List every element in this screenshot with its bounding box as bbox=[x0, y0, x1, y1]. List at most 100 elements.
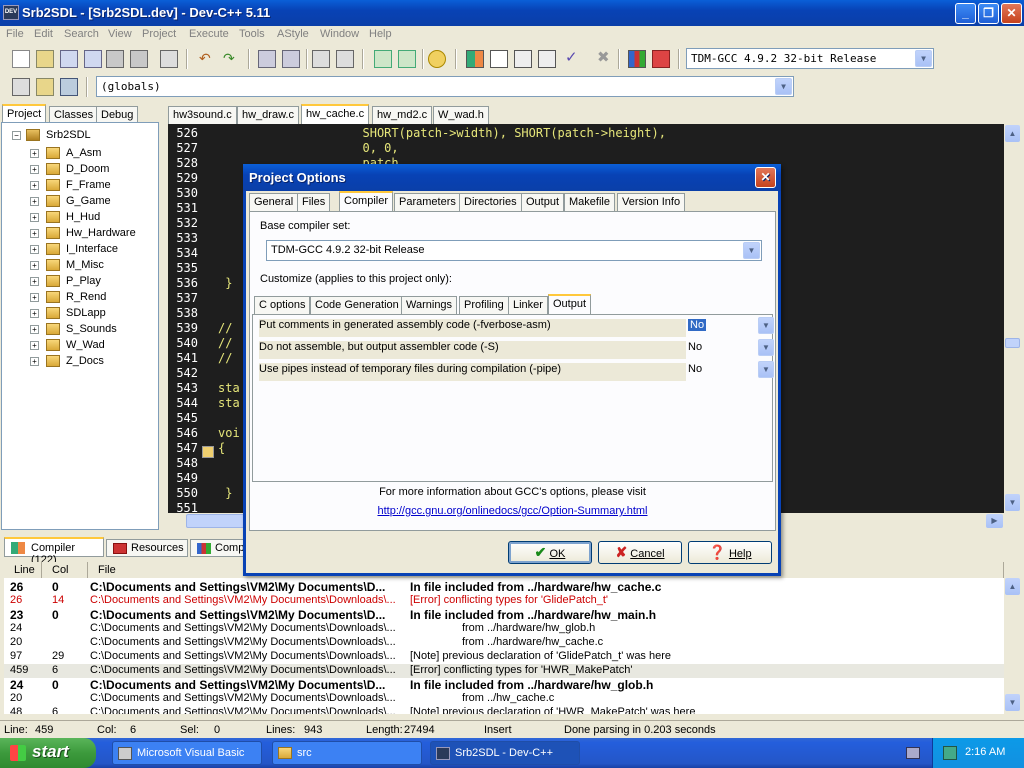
scope-select[interactable]: (globals) ▼ bbox=[96, 76, 794, 97]
menu-execute[interactable]: Execute bbox=[189, 28, 229, 40]
find-icon[interactable] bbox=[258, 50, 276, 68]
tree-item[interactable]: D_Doom bbox=[66, 163, 109, 175]
message-row[interactable]: 24 C:\Documents and Settings\VM2\My Docum… bbox=[4, 622, 1004, 636]
message-row[interactable]: 97 29 C:\Documents and Settings\VM2\My Doc… bbox=[4, 650, 1004, 664]
goto-definition-icon[interactable] bbox=[60, 78, 78, 96]
subtab-code-generation[interactable]: Code Generation bbox=[310, 296, 404, 314]
expand-icon[interactable]: + bbox=[30, 181, 39, 190]
open-file-icon[interactable] bbox=[36, 50, 54, 68]
messages-scrollbar[interactable]: ▲ ▼ bbox=[1004, 562, 1021, 714]
tab-parameters[interactable]: Parameters bbox=[394, 193, 461, 211]
subtab-output[interactable]: Output bbox=[548, 294, 592, 314]
tree-item[interactable]: R_Rend bbox=[66, 291, 106, 303]
menu-search[interactable]: Search bbox=[64, 28, 99, 40]
column-header-line[interactable]: Line bbox=[4, 562, 42, 578]
tree-item[interactable]: W_Wad bbox=[66, 339, 105, 351]
subtab-profiling[interactable]: Profiling bbox=[459, 296, 509, 314]
new-file-icon[interactable] bbox=[12, 50, 30, 68]
expand-icon[interactable]: + bbox=[30, 165, 39, 174]
task-devcpp[interactable]: Srb2SDL - Dev-C++ bbox=[430, 741, 580, 765]
tab-hw-draw[interactable]: hw_draw.c bbox=[237, 106, 299, 124]
window-title-bar[interactable]: DEV Srb2SDL - [Srb2SDL.dev] - Dev-C++ 5.… bbox=[0, 0, 1024, 26]
save-all-icon[interactable] bbox=[84, 50, 102, 68]
add-to-project-icon[interactable] bbox=[374, 50, 392, 68]
expand-icon[interactable]: + bbox=[30, 309, 39, 318]
tab-files[interactable]: Files bbox=[297, 193, 331, 211]
collapse-icon[interactable]: − bbox=[12, 131, 21, 140]
message-row[interactable]: 26 0 C:\Documents and Settings\VM2\My Docu… bbox=[4, 580, 1004, 594]
task-src[interactable]: src bbox=[272, 741, 422, 765]
compile-run-icon[interactable] bbox=[514, 50, 532, 68]
option-value[interactable]: No bbox=[688, 363, 702, 375]
close-file-icon[interactable] bbox=[106, 50, 124, 68]
stop-icon[interactable]: ✖ bbox=[596, 50, 614, 68]
hscroll-thumb[interactable] bbox=[186, 514, 246, 528]
option-row[interactable]: Put comments in generated assembly code … bbox=[254, 315, 774, 337]
message-row[interactable]: 459 6 C:\Documents and Settings\VM2\My Doc… bbox=[4, 664, 1004, 678]
tab-hw3sound[interactable]: hw3sound.c bbox=[168, 106, 237, 124]
scroll-down-icon[interactable]: ▼ bbox=[1005, 494, 1020, 511]
project-tree[interactable]: − Srb2SDL + A_Asm + D_Doom + F_Frame + G_Game + H… bbox=[1, 122, 159, 530]
column-header-col[interactable]: Col bbox=[42, 562, 88, 578]
print-icon[interactable] bbox=[160, 50, 178, 68]
ok-button[interactable]: ✔ OK bbox=[508, 541, 592, 564]
goto-declaration-icon[interactable] bbox=[36, 78, 54, 96]
unindent-icon[interactable] bbox=[336, 50, 354, 68]
project-options-icon[interactable] bbox=[428, 50, 446, 68]
subtab-linker[interactable]: Linker bbox=[508, 296, 548, 314]
expand-icon[interactable]: + bbox=[30, 277, 39, 286]
message-row[interactable]: 20 C:\Documents and Settings\VM2\My Docum… bbox=[4, 692, 1004, 706]
gcc-options-link[interactable]: http://gcc.gnu.org/onlinedocs/gcc/Option… bbox=[250, 505, 775, 517]
scroll-thumb[interactable] bbox=[1005, 338, 1020, 348]
network-icon[interactable] bbox=[943, 746, 957, 760]
start-button[interactable]: start bbox=[0, 738, 96, 768]
expand-icon[interactable]: + bbox=[30, 325, 39, 334]
tab-compiler-options[interactable]: Compiler bbox=[339, 191, 394, 211]
task-visual-basic[interactable]: Microsoft Visual Basic bbox=[112, 741, 262, 765]
expand-icon[interactable]: + bbox=[30, 293, 39, 302]
tab-makefile[interactable]: Makefile bbox=[564, 193, 615, 211]
tree-item[interactable]: F_Frame bbox=[66, 179, 111, 191]
option-value[interactable]: No bbox=[688, 319, 707, 331]
message-row[interactable]: 26 14 C:\Documents and Settings\VM2\My Doc… bbox=[4, 594, 1004, 608]
tab-w-wad[interactable]: W_wad.h bbox=[433, 106, 489, 124]
expand-icon[interactable]: + bbox=[30, 229, 39, 238]
tree-item[interactable]: G_Game bbox=[66, 195, 111, 207]
message-row[interactable]: 24 0 C:\Documents and Settings\VM2\My Docu… bbox=[4, 678, 1004, 692]
menu-edit[interactable]: Edit bbox=[34, 28, 53, 40]
chevron-down-icon[interactable]: ▼ bbox=[758, 317, 774, 334]
tree-item[interactable]: H_Hud bbox=[66, 211, 100, 223]
undo-icon[interactable]: ↶ bbox=[198, 50, 216, 68]
tab-output[interactable]: Output bbox=[521, 193, 565, 211]
menu-tools[interactable]: Tools bbox=[239, 28, 265, 40]
message-row[interactable]: 20 C:\Documents and Settings\VM2\My Docum… bbox=[4, 636, 1004, 650]
message-row[interactable]: 23 0 C:\Documents and Settings\VM2\My Docu… bbox=[4, 608, 1004, 622]
scroll-up-icon[interactable]: ▲ bbox=[1005, 125, 1020, 142]
expand-icon[interactable]: + bbox=[30, 341, 39, 350]
tab-version-info[interactable]: Version Info bbox=[617, 193, 686, 211]
keyboard-icon[interactable] bbox=[906, 747, 920, 759]
restore-button[interactable]: ❐ bbox=[978, 3, 999, 24]
compile-icon[interactable] bbox=[466, 50, 484, 68]
dialog-close-button[interactable]: ✕ bbox=[755, 167, 776, 188]
clock[interactable]: 2:16 AM bbox=[965, 746, 1005, 758]
tab-general[interactable]: General bbox=[249, 193, 299, 211]
tree-item[interactable]: M_Misc bbox=[66, 259, 104, 271]
menu-view[interactable]: View bbox=[108, 28, 132, 40]
close-all-icon[interactable] bbox=[130, 50, 148, 68]
editor-vertical-scrollbar[interactable]: ▲ ▼ bbox=[1004, 124, 1021, 514]
expand-icon[interactable]: + bbox=[30, 149, 39, 158]
chart-icon[interactable] bbox=[628, 50, 646, 68]
menu-window[interactable]: Window bbox=[320, 28, 359, 40]
chevron-down-icon[interactable]: ▼ bbox=[915, 50, 932, 67]
scroll-right-icon[interactable]: ▶ bbox=[986, 514, 1003, 528]
options-grid[interactable]: Put comments in generated assembly code … bbox=[252, 314, 774, 482]
fold-marker-icon[interactable] bbox=[202, 446, 214, 458]
tree-item[interactable]: Hw_Hardware bbox=[66, 227, 136, 239]
scroll-down-icon[interactable]: ▼ bbox=[1005, 694, 1020, 711]
subtab-warnings[interactable]: Warnings bbox=[401, 296, 458, 314]
class-browser-icon[interactable] bbox=[12, 78, 30, 96]
close-button[interactable]: ✕ bbox=[1001, 3, 1022, 24]
tree-item[interactable]: SDLapp bbox=[66, 307, 106, 319]
minimize-button[interactable]: _ bbox=[955, 3, 976, 24]
